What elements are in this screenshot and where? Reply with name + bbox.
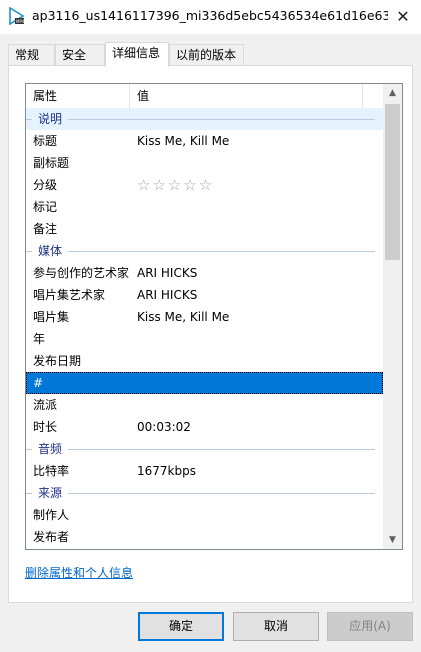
property-name: 流派	[33, 398, 58, 412]
property-name: 标记	[33, 200, 58, 214]
property-name: 制作人	[33, 508, 70, 522]
tab-strip: 常规 安全 详细信息 以前的版本	[8, 42, 413, 67]
media-file-icon: MP4	[8, 6, 26, 26]
property-list[interactable]: 属性 值 说明 标题 Kiss Me, Kill Me 副标题 分级 ☆☆☆☆☆…	[25, 83, 403, 550]
row-release-date[interactable]: 发布日期	[26, 350, 383, 372]
property-value: Kiss Me, Kill Me	[137, 134, 230, 148]
section-label: 说明	[32, 108, 69, 130]
row-producer[interactable]: 制作人	[26, 504, 383, 526]
property-value: 00:03:02	[137, 420, 191, 434]
svg-text:MP4: MP4	[16, 19, 25, 24]
row-album-artist[interactable]: 唱片集艺术家 ARI HICKS	[26, 284, 383, 306]
property-value: ARI HICKS	[137, 266, 198, 280]
property-name: 分级	[33, 178, 58, 192]
tab-general[interactable]: 常规	[8, 44, 55, 66]
row-contributing-artists[interactable]: 参与创作的艺术家 ARI HICKS	[26, 262, 383, 284]
property-name: 比特率	[33, 464, 70, 478]
property-name: 参与创作的艺术家	[33, 266, 130, 280]
section-divider	[26, 493, 375, 494]
property-name: 时长	[33, 420, 58, 434]
property-rows: 说明 标题 Kiss Me, Kill Me 副标题 分级 ☆☆☆☆☆ 标记 备…	[26, 108, 383, 548]
property-name: #	[33, 376, 44, 390]
property-name: 副标题	[33, 156, 70, 170]
row-tags[interactable]: 标记	[26, 196, 383, 218]
tab-security[interactable]: 安全	[55, 44, 105, 66]
section-divider	[26, 449, 375, 450]
section-origin[interactable]: 来源	[26, 482, 383, 504]
row-rating[interactable]: 分级 ☆☆☆☆☆	[26, 174, 383, 196]
scroll-up-arrow-icon[interactable]: ▲	[383, 84, 402, 102]
close-button[interactable]: ✕	[388, 2, 418, 32]
property-name: 发布日期	[33, 354, 82, 368]
section-label: 音频	[32, 438, 69, 460]
property-name: 标题	[33, 134, 58, 148]
row-bitrate[interactable]: 比特率 1677kbps	[26, 460, 383, 482]
property-name: 备注	[33, 222, 58, 236]
row-genre[interactable]: 流派	[26, 394, 383, 416]
vertical-scrollbar[interactable]: ▲ ▼	[383, 84, 402, 549]
row-length[interactable]: 时长 00:03:02	[26, 416, 383, 438]
title-bar: MP4 ap3116_us1416117396_mi336d5ebc543653…	[0, 0, 421, 34]
row-year[interactable]: 年	[26, 328, 383, 350]
remove-properties-link[interactable]: 删除属性和个人信息	[25, 564, 133, 581]
tab-previous-versions[interactable]: 以前的版本	[169, 44, 244, 66]
window-title: ap3116_us1416117396_mi336d5ebc5436534e61…	[32, 8, 388, 23]
cancel-button[interactable]: 取消	[233, 612, 319, 641]
section-label: 媒体	[32, 240, 69, 262]
section-label: 来源	[32, 482, 69, 504]
section-description[interactable]: 说明	[26, 108, 383, 130]
section-media[interactable]: 媒体	[26, 240, 383, 262]
rating-stars-icon[interactable]: ☆☆☆☆☆	[137, 174, 214, 196]
row-album[interactable]: 唱片集 Kiss Me, Kill Me	[26, 306, 383, 328]
row-publisher[interactable]: 发布者	[26, 526, 383, 548]
section-divider	[26, 251, 375, 252]
property-name: 唱片集艺术家	[33, 288, 106, 302]
section-divider	[26, 119, 375, 120]
details-panel: 属性 值 说明 标题 Kiss Me, Kill Me 副标题 分级 ☆☆☆☆☆…	[8, 65, 413, 603]
row-subtitle[interactable]: 副标题	[26, 152, 383, 174]
header-property[interactable]: 属性	[26, 84, 130, 108]
apply-button[interactable]: 应用(A)	[327, 612, 413, 641]
property-name: 唱片集	[33, 310, 70, 324]
property-value: Kiss Me, Kill Me	[137, 310, 230, 324]
header-value[interactable]: 值	[130, 84, 363, 108]
list-header: 属性 值	[26, 84, 383, 108]
row-title[interactable]: 标题 Kiss Me, Kill Me	[26, 130, 383, 152]
scroll-down-arrow-icon[interactable]: ▼	[383, 531, 402, 549]
row-comments[interactable]: 备注	[26, 218, 383, 240]
section-audio[interactable]: 音频	[26, 438, 383, 460]
property-value: ARI HICKS	[137, 288, 198, 302]
property-name: 发布者	[33, 530, 70, 544]
scrollbar-thumb[interactable]	[385, 104, 400, 260]
property-value: 1677kbps	[137, 464, 196, 478]
row-track-number[interactable]: #	[26, 372, 383, 394]
ok-button[interactable]: 确定	[138, 612, 224, 641]
tab-details[interactable]: 详细信息	[105, 42, 169, 67]
property-name: 年	[33, 332, 46, 346]
